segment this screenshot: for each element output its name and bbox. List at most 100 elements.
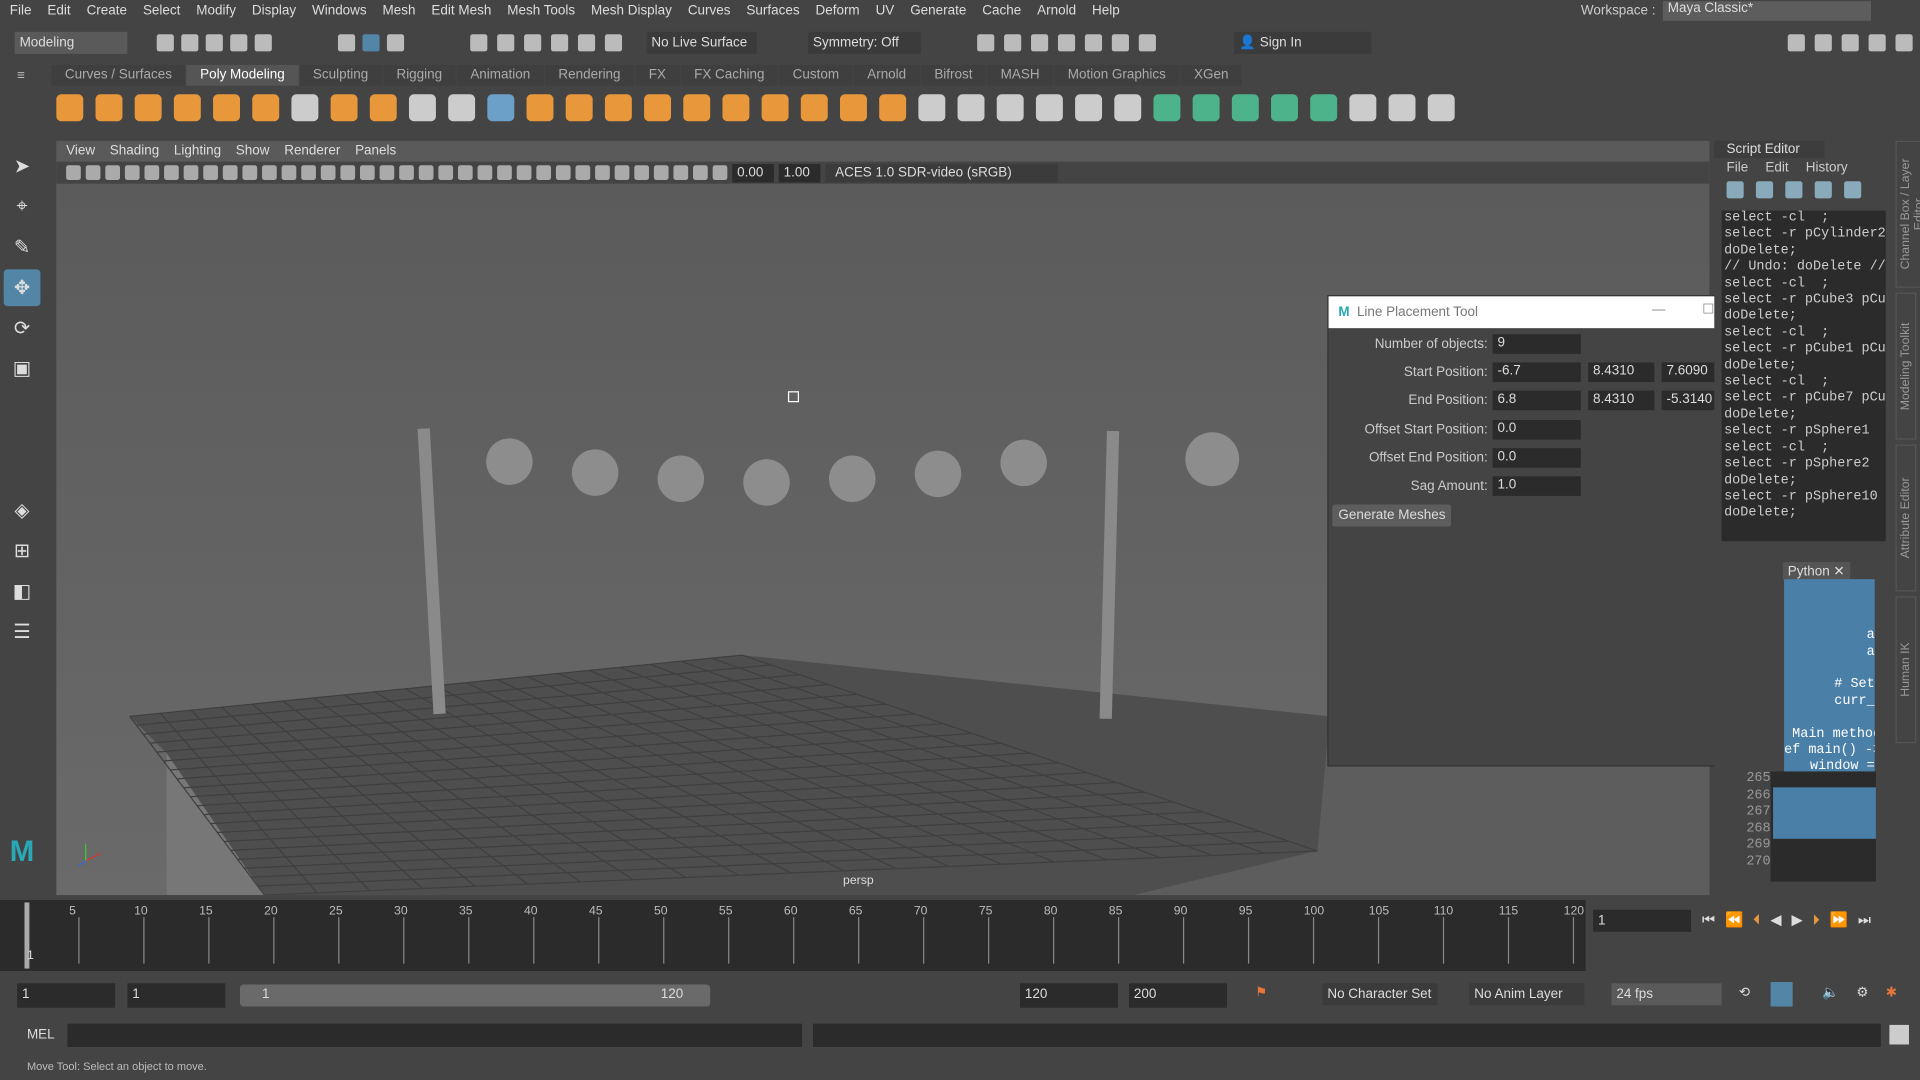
clear-history-icon[interactable] — [1844, 181, 1862, 199]
current-frame-field[interactable]: 1 — [1593, 909, 1692, 932]
script-menu-history[interactable]: History — [1806, 160, 1848, 175]
value-field[interactable]: 8.4310 — [1588, 362, 1655, 383]
viewport-tool-icon[interactable] — [614, 165, 630, 181]
scene-start-field[interactable]: 1 — [17, 983, 116, 1008]
shelf-tool-icon[interactable] — [1153, 94, 1181, 122]
undo-icon[interactable] — [230, 34, 248, 52]
scene-end-field[interactable]: 200 — [1128, 983, 1227, 1008]
playback-prefs-icon[interactable]: ⚙ — [1856, 984, 1868, 1001]
select-component-icon[interactable] — [386, 34, 405, 52]
anim-layer-dropdown[interactable]: No Anim Layer — [1469, 983, 1585, 1006]
tab-rendering[interactable]: Rendering — [544, 64, 635, 86]
viewport-tool-icon[interactable] — [693, 165, 708, 181]
viewport-tool-icon[interactable] — [320, 165, 336, 181]
shelf-tool-icon[interactable] — [1075, 94, 1103, 122]
play-forward-icon[interactable]: ▶ — [1791, 911, 1802, 929]
shelf-tool-icon[interactable] — [1388, 94, 1416, 122]
viewport-tool-icon[interactable] — [673, 165, 689, 181]
sphere-mesh[interactable] — [828, 455, 876, 503]
character-set-dropdown[interactable]: No Character Set — [1322, 983, 1438, 1006]
value-field[interactable]: 1.0 — [1492, 476, 1581, 496]
shelf-tool-icon[interactable] — [957, 94, 985, 122]
sphere-mesh[interactable] — [1185, 432, 1240, 487]
viewport-menu-lighting[interactable]: Lighting — [174, 143, 221, 158]
live-surface-field[interactable]: No Live Surface — [646, 31, 757, 54]
python-tab[interactable]: Python ✕ — [1782, 562, 1850, 581]
playback-start-field[interactable]: 1 — [127, 983, 226, 1008]
tab-poly-modeling[interactable]: Poly Modeling — [186, 64, 299, 86]
viewport-tool-icon[interactable] — [595, 165, 610, 181]
shelf-tool-icon[interactable] — [526, 94, 554, 122]
shelf-tool-icon[interactable] — [1310, 94, 1338, 122]
shelf-tool-icon[interactable] — [840, 94, 867, 122]
render-icon[interactable] — [977, 34, 995, 52]
shelf-tool-icon[interactable] — [644, 94, 672, 122]
viewport-tool-icon[interactable] — [438, 165, 454, 181]
tab-animation[interactable]: Animation — [456, 64, 544, 86]
tab-rigging[interactable]: Rigging — [382, 64, 456, 86]
viewport-tool-icon[interactable] — [536, 165, 552, 181]
attribute-editor-icon[interactable] — [1841, 34, 1859, 52]
render-view-icon[interactable] — [1084, 34, 1103, 52]
menu-uv[interactable]: UV — [876, 3, 895, 18]
viewport-tool-icon[interactable] — [66, 165, 81, 181]
menu-deform[interactable]: Deform — [815, 3, 859, 18]
shelf-tool-icon[interactable] — [56, 94, 84, 122]
viewport-tool-icon[interactable] — [477, 165, 493, 181]
shelf-tool-icon[interactable] — [604, 94, 632, 122]
viewport-menu-shading[interactable]: Shading — [110, 143, 159, 158]
pause-icon[interactable] — [1138, 34, 1156, 52]
viewport-tool-icon[interactable] — [203, 165, 218, 181]
maximize-button[interactable]: ☐ — [1702, 301, 1714, 317]
tab-arnold[interactable]: Arnold — [853, 64, 920, 86]
viewport-tool-icon[interactable] — [105, 165, 121, 181]
side-tab[interactable]: Channel Box / Layer Editor — [1895, 140, 1920, 288]
shelf-tool-icon[interactable] — [330, 94, 358, 122]
channel-box-icon[interactable] — [1895, 34, 1913, 52]
symmetry-field[interactable]: Symmetry: Off — [808, 31, 921, 54]
menu-select[interactable]: Select — [143, 3, 180, 18]
script-menu-edit[interactable]: Edit — [1765, 160, 1788, 175]
render-settings-icon[interactable] — [1031, 34, 1049, 52]
viewport-tool-icon[interactable] — [85, 165, 101, 181]
shelf-tool-icon[interactable] — [173, 94, 201, 122]
save-scene-icon[interactable] — [205, 34, 223, 52]
time-slider[interactable]: 5 10 15 20 25 30 35 40 45 50 55 60 65 70 75 80 85 90 95 100… — [0, 900, 1586, 972]
tab-xgen[interactable]: XGen — [1180, 64, 1242, 86]
viewport-tool-icon[interactable] — [222, 165, 238, 181]
script-menu-file[interactable]: File — [1727, 160, 1749, 175]
snap-view-icon[interactable] — [551, 34, 569, 52]
scale-tool-icon[interactable]: ▣ — [4, 350, 41, 387]
sphere-mesh[interactable] — [1000, 439, 1047, 487]
menu-edit-mesh[interactable]: Edit Mesh — [431, 3, 491, 18]
viewport-tool-icon[interactable] — [418, 165, 434, 181]
viewport-tool-icon[interactable] — [457, 165, 473, 181]
viewport-tool-icon[interactable] — [242, 165, 258, 181]
mel-label[interactable]: MEL — [27, 1027, 55, 1042]
history-pane[interactable]: select -cl ; select -r pCylinder2 doDele… — [1721, 210, 1886, 542]
shelf-tool-icon[interactable] — [1271, 94, 1298, 122]
viewport-menu-panels[interactable]: Panels — [355, 143, 396, 158]
value-field[interactable]: 8.4310 — [1588, 391, 1655, 411]
viewport-menu-show[interactable]: Show — [236, 143, 270, 158]
layout-icon[interactable] — [1787, 34, 1805, 52]
sign-in-button[interactable]: 👤 Sign In — [1234, 31, 1372, 54]
menu-cache[interactable]: Cache — [982, 3, 1021, 18]
snap-pivot-icon[interactable] — [604, 34, 623, 52]
shelf-tool-icon[interactable] — [95, 94, 123, 122]
viewport-menu-view[interactable]: View — [66, 143, 95, 158]
viewport-tool-icon[interactable] — [379, 165, 395, 181]
viewport-tool-icon[interactable] — [653, 165, 669, 181]
menu-help[interactable]: Help — [1092, 3, 1120, 18]
tab-custom[interactable]: Custom — [779, 64, 853, 86]
select-object-icon[interactable] — [362, 34, 380, 52]
viewport-tool-icon[interactable] — [575, 165, 591, 181]
menu-mesh-display[interactable]: Mesh Display — [591, 3, 672, 18]
menu-arnold[interactable]: Arnold — [1037, 3, 1076, 18]
tab-mash[interactable]: MASH — [987, 64, 1054, 86]
shelf-tool-icon[interactable] — [683, 94, 711, 122]
new-scene-icon[interactable] — [156, 34, 174, 52]
snap-curve-icon[interactable] — [497, 34, 515, 52]
menu-mesh[interactable]: Mesh — [383, 3, 416, 18]
viewport-tool-icon[interactable] — [262, 165, 277, 181]
